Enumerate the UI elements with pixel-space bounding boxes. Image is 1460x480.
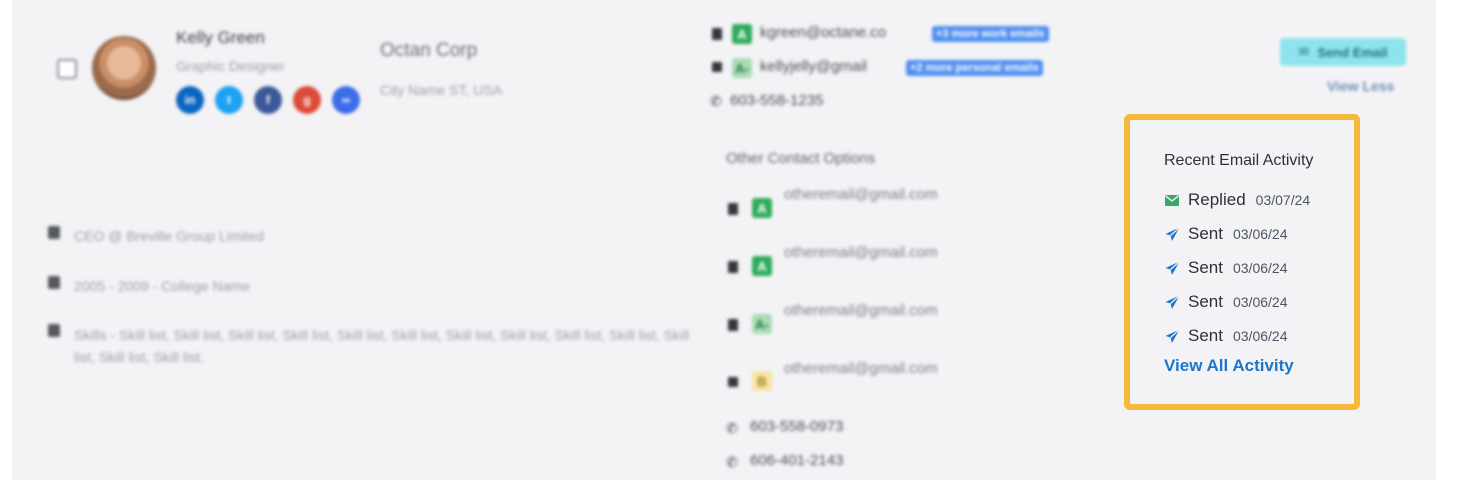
activity-label: Sent [1188,224,1223,243]
other-email[interactable]: otheremail@gmail.com [784,357,944,381]
paper-plane-icon [1164,226,1180,242]
view-less-link[interactable]: View Less [1327,78,1394,94]
activity-item: Sent 03/06/24 [1164,325,1287,347]
company-name: Octan Corp [380,40,478,61]
twitter-icon[interactable]: t [215,86,243,114]
activity-date: 03/06/24 [1232,328,1288,344]
primary-phone[interactable]: 603-558-1235 [730,92,823,109]
activity-item: Sent 03/06/24 [1164,223,1287,245]
linkedin-glyph: in [184,93,196,107]
send-email-label: Send Email [1317,44,1388,60]
contact-title: Graphic Designer [176,58,285,74]
detail-job: CEO @ Breville Group Limited [74,228,265,244]
activity-date: 03/06/24 [1232,294,1288,310]
personal-email[interactable]: kellyjelly@gmail [760,58,867,75]
briefcase-icon [48,226,60,239]
more-personal-emails-pill[interactable]: +2 more personal emails [906,60,1043,76]
phone-icon: ✆ [710,93,722,109]
other-email[interactable]: otheremail@gmail.com [784,299,944,323]
facebook-glyph: f [266,93,270,107]
other-email[interactable]: otheremail@gmail.com [784,183,944,207]
other-contact-heading: Other Contact Options [726,150,876,167]
skills-icon [48,324,60,337]
activity-label: Sent [1188,326,1223,345]
envelope-icon [1164,192,1180,208]
more-work-emails-pill[interactable]: +3 more work emails [932,26,1049,42]
bookmark-icon [728,319,738,331]
graduation-cap-icon [48,276,60,289]
activity-heading: Recent Email Activity [1164,152,1314,169]
grade-badge: A [752,256,772,276]
detail-skills: Skills - Skill list, Skill list, Skill l… [74,327,690,365]
activity-label: Sent [1188,258,1223,277]
phone-icon: ✆ [726,454,738,470]
activity-item: Replied 03/07/24 [1164,189,1310,211]
link-glyph: ∞ [341,93,351,107]
paper-plane-icon [1164,260,1180,276]
activity-date: 03/06/24 [1232,260,1288,276]
grade-badge: A- [732,58,752,78]
grade-badge: A [732,24,752,44]
activity-label: Sent [1188,292,1223,311]
google-plus-icon[interactable]: g [293,86,321,114]
facebook-icon[interactable]: f [254,86,282,114]
link-icon[interactable]: ∞ [332,86,360,114]
send-email-button[interactable]: ✉ Send Email [1280,38,1406,66]
company-location: City Name ST, USA [380,82,503,98]
bookmark-icon [728,261,738,273]
twitter-glyph: t [227,93,231,107]
activity-label: Replied [1188,190,1246,209]
other-email[interactable]: otheremail@gmail.com [784,241,944,265]
google-plus-glyph: g [303,93,311,107]
contact-name: Kelly Green [176,28,265,47]
envelope-icon: ✉ [1298,44,1310,59]
select-checkbox[interactable] [57,59,77,79]
activity-item: Sent 03/06/24 [1164,291,1287,313]
other-phone[interactable]: 606-401-2143 [750,452,843,469]
other-phone[interactable]: 603-558-0973 [750,418,843,435]
envelope-icon [712,62,722,72]
envelope-icon [728,377,738,387]
grade-badge: A [752,198,772,218]
grade-badge: B [752,371,772,391]
avatar [92,36,156,100]
activity-date: 03/06/24 [1232,226,1288,242]
grade-badge: A- [752,314,772,334]
bookmark-icon [712,28,722,40]
view-all-activity-link[interactable]: View All Activity [1164,356,1294,376]
recent-email-activity-panel: Recent Email Activity Replied 03/07/24 S… [1124,114,1360,410]
bookmark-icon [728,203,738,215]
phone-icon: ✆ [726,420,738,436]
paper-plane-icon [1164,294,1180,310]
linkedin-icon[interactable]: in [176,86,204,114]
activity-item: Sent 03/06/24 [1164,257,1287,279]
detail-education: 2005 - 2009 - College Name [74,278,250,294]
work-email[interactable]: kgreen@octane.co [760,24,886,41]
paper-plane-icon [1164,328,1180,344]
activity-date: 03/07/24 [1255,192,1311,208]
